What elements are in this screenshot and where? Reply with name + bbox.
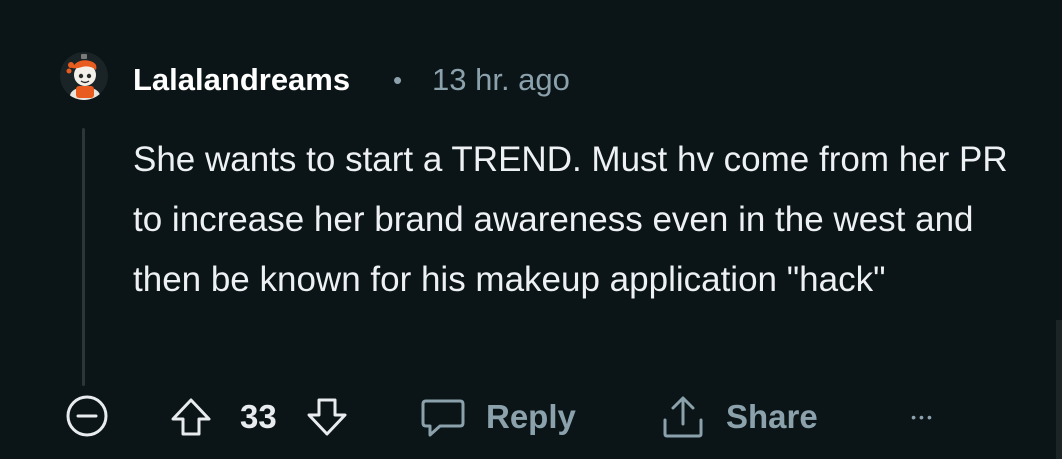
more-options-button[interactable]: •••: [900, 392, 946, 442]
upvote-button[interactable]: [166, 394, 216, 440]
thread-line[interactable]: [82, 128, 85, 386]
downvote-button[interactable]: [302, 394, 352, 440]
scrollbar-edge: [1056, 320, 1062, 459]
vote-score: 33: [240, 398, 277, 435]
comment: Lalalandreams • 13 hr. ago She wants to …: [0, 0, 1062, 459]
minus-circle-icon: [66, 395, 108, 437]
comment-action-bar: 33 Reply Share •••: [0, 388, 1062, 448]
share-label: Share: [726, 398, 818, 435]
comment-author[interactable]: Lalalandreams: [133, 60, 350, 100]
reply-button[interactable]: Reply: [420, 392, 576, 442]
share-upload-icon: [663, 396, 703, 438]
collapse-button[interactable]: [62, 391, 112, 441]
speech-bubble-icon: [421, 399, 465, 437]
comment-timestamp: 13 hr. ago: [432, 62, 570, 97]
meta-separator: •: [393, 65, 403, 95]
comment-body: She wants to start a TREND. Must hv come…: [133, 140, 1008, 299]
snoo-avatar-icon: [60, 52, 108, 100]
share-button[interactable]: Share: [660, 392, 818, 442]
avatar[interactable]: [60, 52, 108, 100]
arrow-down-icon: [307, 398, 347, 436]
arrow-up-icon: [171, 398, 211, 436]
ellipsis-icon: •••: [911, 409, 935, 425]
reply-label: Reply: [486, 398, 576, 435]
